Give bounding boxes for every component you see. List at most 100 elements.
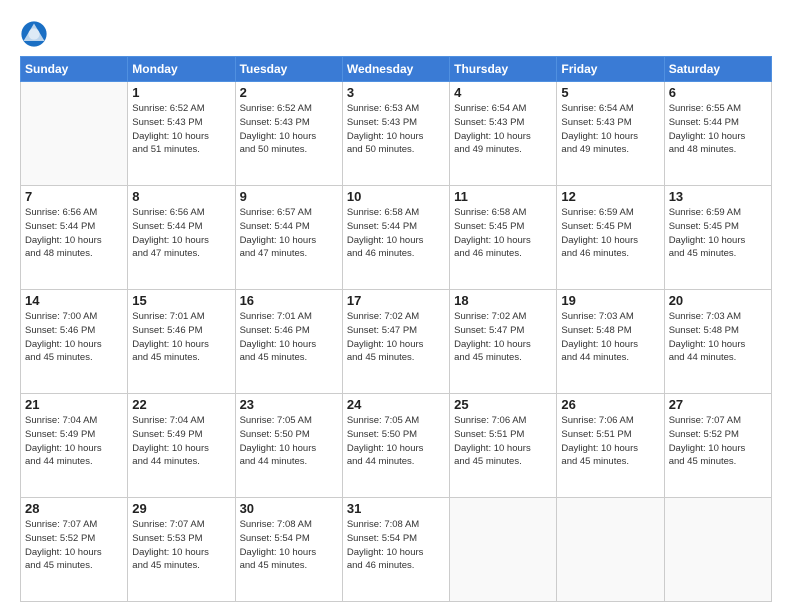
day-number: 1 bbox=[132, 85, 230, 100]
day-cell: 13 Sunrise: 6:59 AM Sunset: 5:45 PM Dayli… bbox=[664, 186, 771, 290]
day-cell: 6 Sunrise: 6:55 AM Sunset: 5:44 PM Daylig… bbox=[664, 82, 771, 186]
day-number: 13 bbox=[669, 189, 767, 204]
day-number: 18 bbox=[454, 293, 552, 308]
day-info: Sunrise: 7:05 AM Sunset: 5:50 PM Dayligh… bbox=[347, 414, 445, 469]
header-row: SundayMondayTuesdayWednesdayThursdayFrid… bbox=[21, 57, 772, 82]
day-number: 19 bbox=[561, 293, 659, 308]
day-info: Sunrise: 7:02 AM Sunset: 5:47 PM Dayligh… bbox=[347, 310, 445, 365]
day-header-saturday: Saturday bbox=[664, 57, 771, 82]
day-number: 6 bbox=[669, 85, 767, 100]
day-info: Sunrise: 6:55 AM Sunset: 5:44 PM Dayligh… bbox=[669, 102, 767, 157]
day-info: Sunrise: 6:56 AM Sunset: 5:44 PM Dayligh… bbox=[132, 206, 230, 261]
day-cell: 2 Sunrise: 6:52 AM Sunset: 5:43 PM Daylig… bbox=[235, 82, 342, 186]
day-info: Sunrise: 7:07 AM Sunset: 5:52 PM Dayligh… bbox=[25, 518, 123, 573]
day-info: Sunrise: 6:59 AM Sunset: 5:45 PM Dayligh… bbox=[669, 206, 767, 261]
day-number: 17 bbox=[347, 293, 445, 308]
day-cell: 14 Sunrise: 7:00 AM Sunset: 5:46 PM Dayli… bbox=[21, 290, 128, 394]
day-number: 11 bbox=[454, 189, 552, 204]
day-cell: 18 Sunrise: 7:02 AM Sunset: 5:47 PM Dayli… bbox=[450, 290, 557, 394]
day-cell: 16 Sunrise: 7:01 AM Sunset: 5:46 PM Dayli… bbox=[235, 290, 342, 394]
day-header-wednesday: Wednesday bbox=[342, 57, 449, 82]
day-cell bbox=[557, 498, 664, 602]
day-info: Sunrise: 6:56 AM Sunset: 5:44 PM Dayligh… bbox=[25, 206, 123, 261]
day-cell: 29 Sunrise: 7:07 AM Sunset: 5:53 PM Dayli… bbox=[128, 498, 235, 602]
day-number: 10 bbox=[347, 189, 445, 204]
day-number: 15 bbox=[132, 293, 230, 308]
day-cell: 8 Sunrise: 6:56 AM Sunset: 5:44 PM Daylig… bbox=[128, 186, 235, 290]
day-cell: 3 Sunrise: 6:53 AM Sunset: 5:43 PM Daylig… bbox=[342, 82, 449, 186]
day-header-thursday: Thursday bbox=[450, 57, 557, 82]
day-info: Sunrise: 7:00 AM Sunset: 5:46 PM Dayligh… bbox=[25, 310, 123, 365]
day-number: 8 bbox=[132, 189, 230, 204]
day-header-monday: Monday bbox=[128, 57, 235, 82]
day-cell: 24 Sunrise: 7:05 AM Sunset: 5:50 PM Dayli… bbox=[342, 394, 449, 498]
day-cell: 30 Sunrise: 7:08 AM Sunset: 5:54 PM Dayli… bbox=[235, 498, 342, 602]
day-number: 28 bbox=[25, 501, 123, 516]
day-info: Sunrise: 7:06 AM Sunset: 5:51 PM Dayligh… bbox=[454, 414, 552, 469]
day-number: 29 bbox=[132, 501, 230, 516]
day-info: Sunrise: 6:58 AM Sunset: 5:44 PM Dayligh… bbox=[347, 206, 445, 261]
day-cell: 1 Sunrise: 6:52 AM Sunset: 5:43 PM Daylig… bbox=[128, 82, 235, 186]
day-info: Sunrise: 7:08 AM Sunset: 5:54 PM Dayligh… bbox=[347, 518, 445, 573]
day-cell: 15Sunrise: 7:01 AM Sunset: 5:46 PM Dayli… bbox=[128, 290, 235, 394]
day-info: Sunrise: 6:59 AM Sunset: 5:45 PM Dayligh… bbox=[561, 206, 659, 261]
day-cell: 22 Sunrise: 7:04 AM Sunset: 5:49 PM Dayli… bbox=[128, 394, 235, 498]
day-cell bbox=[450, 498, 557, 602]
day-number: 27 bbox=[669, 397, 767, 412]
day-cell: 17 Sunrise: 7:02 AM Sunset: 5:47 PM Dayli… bbox=[342, 290, 449, 394]
day-cell: 5Sunrise: 6:54 AM Sunset: 5:43 PM Daylig… bbox=[557, 82, 664, 186]
day-cell: 23 Sunrise: 7:05 AM Sunset: 5:50 PM Dayli… bbox=[235, 394, 342, 498]
day-cell: 28 Sunrise: 7:07 AM Sunset: 5:52 PM Dayli… bbox=[21, 498, 128, 602]
day-info: Sunrise: 7:02 AM Sunset: 5:47 PM Dayligh… bbox=[454, 310, 552, 365]
day-info: Sunrise: 6:54 AM Sunset: 5:43 PM Dayligh… bbox=[454, 102, 552, 157]
day-info: Sunrise: 7:07 AM Sunset: 5:53 PM Dayligh… bbox=[132, 518, 230, 573]
week-row-3: 14 Sunrise: 7:00 AM Sunset: 5:46 PM Dayli… bbox=[21, 290, 772, 394]
day-info: Sunrise: 6:52 AM Sunset: 5:43 PM Dayligh… bbox=[240, 102, 338, 157]
day-cell: 27 Sunrise: 7:07 AM Sunset: 5:52 PM Dayli… bbox=[664, 394, 771, 498]
day-number: 26 bbox=[561, 397, 659, 412]
day-cell: 4 Sunrise: 6:54 AM Sunset: 5:43 PM Daylig… bbox=[450, 82, 557, 186]
day-number: 9 bbox=[240, 189, 338, 204]
day-number: 4 bbox=[454, 85, 552, 100]
day-number: 31 bbox=[347, 501, 445, 516]
day-info: Sunrise: 7:03 AM Sunset: 5:48 PM Dayligh… bbox=[561, 310, 659, 365]
day-number: 16 bbox=[240, 293, 338, 308]
day-info: Sunrise: 7:07 AM Sunset: 5:52 PM Dayligh… bbox=[669, 414, 767, 469]
header bbox=[20, 16, 772, 48]
calendar-header: SundayMondayTuesdayWednesdayThursdayFrid… bbox=[21, 57, 772, 82]
day-cell: 7 Sunrise: 6:56 AM Sunset: 5:44 PM Daylig… bbox=[21, 186, 128, 290]
day-number: 12 bbox=[561, 189, 659, 204]
day-info: Sunrise: 7:06 AM Sunset: 5:51 PM Dayligh… bbox=[561, 414, 659, 469]
day-number: 24 bbox=[347, 397, 445, 412]
week-row-5: 28 Sunrise: 7:07 AM Sunset: 5:52 PM Dayli… bbox=[21, 498, 772, 602]
week-row-4: 21Sunrise: 7:04 AM Sunset: 5:49 PM Dayli… bbox=[21, 394, 772, 498]
day-info: Sunrise: 6:53 AM Sunset: 5:43 PM Dayligh… bbox=[347, 102, 445, 157]
day-number: 7 bbox=[25, 189, 123, 204]
day-info: Sunrise: 7:03 AM Sunset: 5:48 PM Dayligh… bbox=[669, 310, 767, 365]
day-number: 3 bbox=[347, 85, 445, 100]
day-number: 30 bbox=[240, 501, 338, 516]
day-cell: 20 Sunrise: 7:03 AM Sunset: 5:48 PM Dayli… bbox=[664, 290, 771, 394]
day-info: Sunrise: 6:52 AM Sunset: 5:43 PM Dayligh… bbox=[132, 102, 230, 157]
day-number: 25 bbox=[454, 397, 552, 412]
day-info: Sunrise: 7:04 AM Sunset: 5:49 PM Dayligh… bbox=[25, 414, 123, 469]
week-row-1: 1 Sunrise: 6:52 AM Sunset: 5:43 PM Daylig… bbox=[21, 82, 772, 186]
week-row-2: 7 Sunrise: 6:56 AM Sunset: 5:44 PM Daylig… bbox=[21, 186, 772, 290]
day-cell: 25 Sunrise: 7:06 AM Sunset: 5:51 PM Dayli… bbox=[450, 394, 557, 498]
day-number: 23 bbox=[240, 397, 338, 412]
day-number: 2 bbox=[240, 85, 338, 100]
day-cell: 9Sunrise: 6:57 AM Sunset: 5:44 PM Daylig… bbox=[235, 186, 342, 290]
day-info: Sunrise: 7:08 AM Sunset: 5:54 PM Dayligh… bbox=[240, 518, 338, 573]
day-info: Sunrise: 6:58 AM Sunset: 5:45 PM Dayligh… bbox=[454, 206, 552, 261]
day-info: Sunrise: 7:05 AM Sunset: 5:50 PM Dayligh… bbox=[240, 414, 338, 469]
day-cell: 21Sunrise: 7:04 AM Sunset: 5:49 PM Dayli… bbox=[21, 394, 128, 498]
calendar-body: 1 Sunrise: 6:52 AM Sunset: 5:43 PM Daylig… bbox=[21, 82, 772, 602]
day-number: 22 bbox=[132, 397, 230, 412]
day-info: Sunrise: 7:01 AM Sunset: 5:46 PM Dayligh… bbox=[240, 310, 338, 365]
day-header-friday: Friday bbox=[557, 57, 664, 82]
day-info: Sunrise: 7:04 AM Sunset: 5:49 PM Dayligh… bbox=[132, 414, 230, 469]
day-cell bbox=[664, 498, 771, 602]
day-number: 14 bbox=[25, 293, 123, 308]
day-cell: 31 Sunrise: 7:08 AM Sunset: 5:54 PM Dayli… bbox=[342, 498, 449, 602]
day-number: 20 bbox=[669, 293, 767, 308]
